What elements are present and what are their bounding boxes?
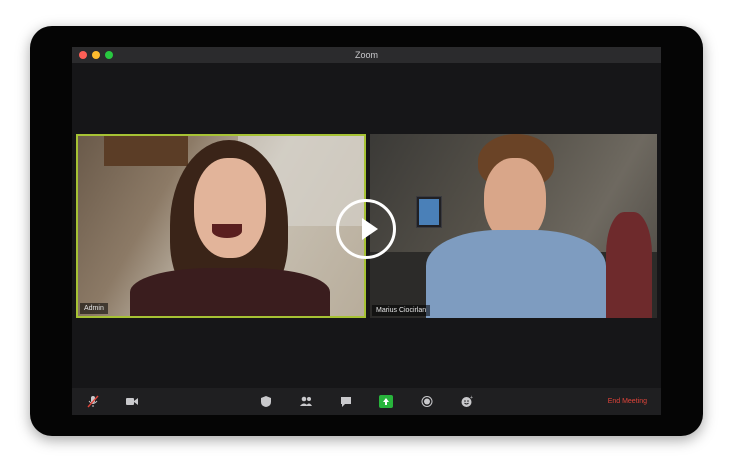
participant-body — [426, 230, 606, 318]
participant-mouth — [212, 224, 242, 238]
monitor-screen — [419, 199, 439, 225]
background-person — [606, 212, 652, 318]
monitor — [416, 196, 442, 228]
participant-name-label: Marius Ciocirlan — [372, 305, 431, 316]
svg-text:+: + — [470, 395, 473, 401]
play-icon[interactable] — [336, 199, 396, 259]
play-triangle — [362, 218, 378, 240]
bookshelf-background — [104, 136, 188, 166]
title-bar: Zoom — [72, 47, 661, 63]
share-screen-icon[interactable] — [379, 395, 393, 408]
window-title: Zoom — [354, 50, 378, 60]
microphone-muted-icon[interactable] — [86, 395, 100, 408]
participant-name-label: Admin — [80, 303, 108, 314]
participant-tile-marius[interactable]: Marius Ciocirlan — [370, 134, 657, 318]
participant-face — [194, 158, 266, 258]
record-icon[interactable] — [420, 395, 434, 408]
video-camera-icon[interactable] — [125, 395, 139, 408]
end-meeting-button[interactable]: End Meeting — [608, 395, 647, 408]
chat-icon[interactable] — [339, 395, 353, 408]
participant-tile-admin[interactable]: Admin — [76, 134, 366, 318]
participant-body — [130, 268, 330, 316]
security-shield-icon[interactable] — [259, 395, 273, 408]
participants-icon[interactable] — [299, 395, 313, 408]
reactions-icon[interactable]: + — [460, 395, 474, 408]
meeting-toolbar: + End Meeting — [72, 388, 661, 415]
